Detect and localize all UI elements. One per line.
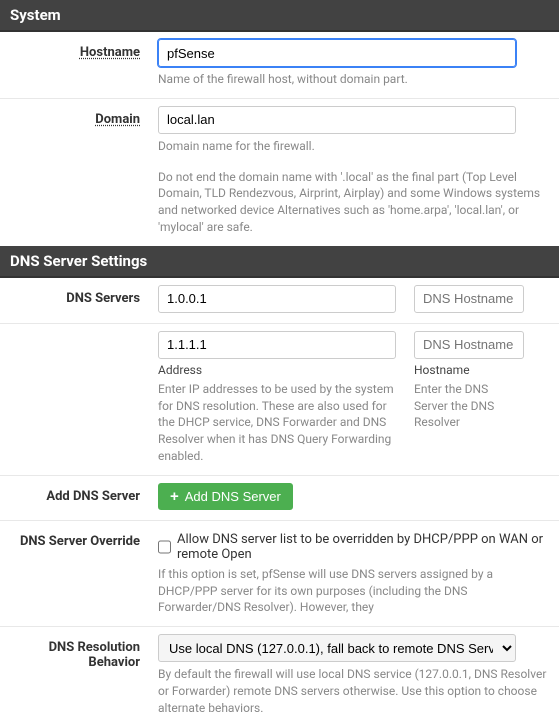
row-add-dns: Add DNS Server + Add DNS Server <box>0 475 559 520</box>
label-override: DNS Server Override <box>0 528 152 626</box>
dns-ip-input-0[interactable] <box>158 285 396 313</box>
help-domain: Domain name for the firewall. <box>158 138 553 155</box>
panel-header-dns: DNS Server Settings <box>0 246 559 278</box>
note-domain: Do not end the domain name with '.local'… <box>158 169 553 236</box>
resolution-select[interactable]: Use local DNS (127.0.0.1), fall back to … <box>158 634 516 662</box>
field-dns-servers-2: Address Enter IP addresses to be used by… <box>152 331 559 475</box>
label-dns-servers: DNS Servers <box>0 285 152 323</box>
label-add-dns: Add DNS Server <box>0 483 152 520</box>
label-hostname: Hostname <box>0 39 152 98</box>
row-dns-servers: DNS Servers <box>0 278 559 323</box>
resolution-help: By default the firewall will use local D… <box>158 666 553 716</box>
add-dns-server-button[interactable]: + Add DNS Server <box>158 483 293 510</box>
row-resolution: DNS Resolution Behavior Use local DNS (1… <box>0 626 559 726</box>
row-domain: Domain Domain name for the firewall. Do … <box>0 98 559 246</box>
label-dns-servers-2 <box>0 331 152 475</box>
field-dns-servers <box>152 285 559 323</box>
dns-row-1: Address Enter IP addresses to be used by… <box>158 331 553 465</box>
panel-header-system: System <box>0 0 559 32</box>
row-dns-servers-2: Address Enter IP addresses to be used by… <box>0 323 559 475</box>
field-hostname: Name of the firewall host, without domai… <box>152 39 559 98</box>
row-hostname: Hostname Name of the firewall host, with… <box>0 32 559 98</box>
override-help: If this option is set, pfSense will use … <box>158 566 553 616</box>
hostname-sublabel: Hostname <box>414 363 524 377</box>
dns-ip-input-1[interactable] <box>158 331 396 359</box>
domain-input[interactable] <box>158 106 516 134</box>
hostname-input[interactable] <box>158 39 516 67</box>
override-checkbox[interactable] <box>158 540 171 554</box>
help-hostname: Name of the firewall host, without domai… <box>158 71 553 88</box>
override-checkbox-row: Allow DNS server list to be overridden b… <box>158 528 553 562</box>
dns-hostname-input-0[interactable] <box>414 285 524 313</box>
address-sublabel: Address <box>158 363 396 377</box>
field-override: Allow DNS server list to be overridden b… <box>152 528 559 626</box>
row-override: DNS Server Override Allow DNS server lis… <box>0 520 559 626</box>
label-resolution: DNS Resolution Behavior <box>0 634 152 726</box>
hostname-help: Enter the DNS Server the DNS Resolver <box>414 381 524 431</box>
field-domain: Domain name for the firewall. Do not end… <box>152 106 559 246</box>
dns-hostname-input-1[interactable] <box>414 331 524 359</box>
plus-icon: + <box>170 489 179 504</box>
label-domain: Domain <box>0 106 152 246</box>
field-resolution: Use local DNS (127.0.0.1), fall back to … <box>152 634 559 726</box>
field-add-dns: + Add DNS Server <box>152 483 559 520</box>
dns-row-0 <box>158 285 553 313</box>
add-dns-button-label: Add DNS Server <box>185 489 281 504</box>
address-help: Enter IP addresses to be used by the sys… <box>158 381 396 465</box>
override-checkbox-label: Allow DNS server list to be overridden b… <box>177 532 553 562</box>
